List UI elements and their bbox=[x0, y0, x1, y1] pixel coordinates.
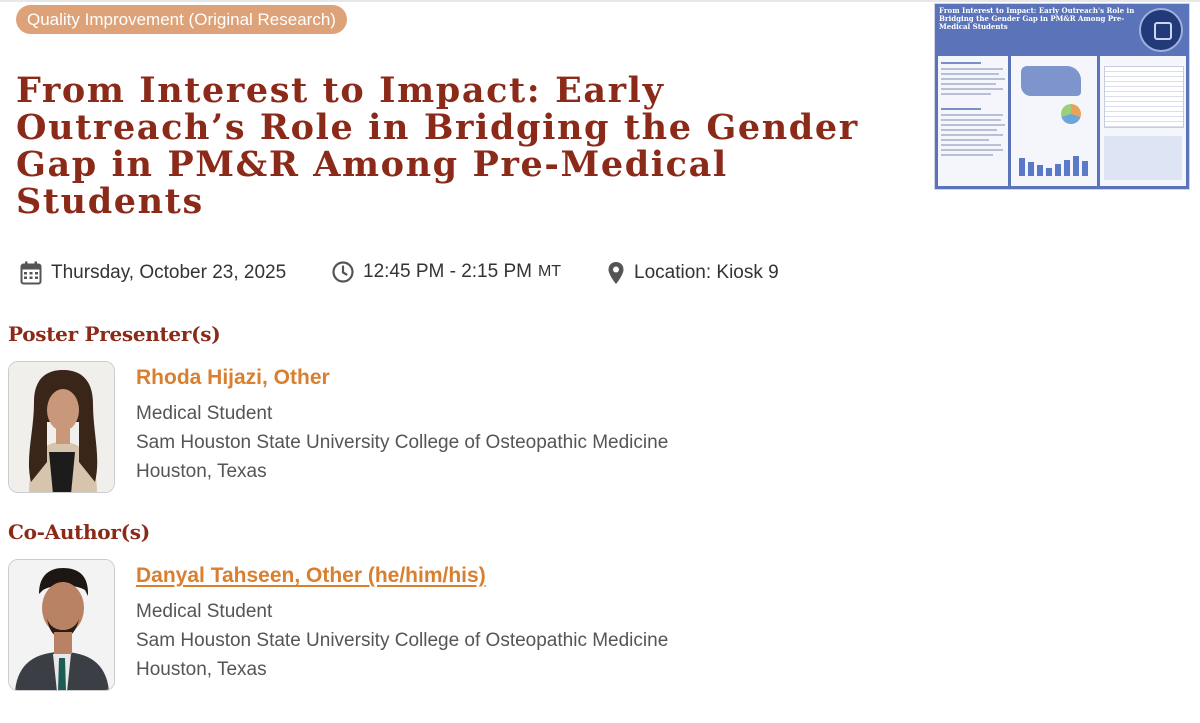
coauthors-heading: Co-Author(s) bbox=[8, 520, 150, 544]
coauthor-institution: Sam Houston State University College of … bbox=[136, 630, 669, 651]
poster-pie bbox=[1061, 104, 1081, 124]
session-time-text: 12:45 PM - 2:15 PM bbox=[363, 261, 532, 282]
session-timezone: MT bbox=[537, 263, 562, 280]
poster-discussion-block bbox=[1104, 136, 1182, 180]
map-pin-icon bbox=[608, 262, 624, 284]
poster-thumbnail-title: From Interest to Impact: Early Outreach'… bbox=[939, 6, 1135, 31]
presenter-role: Medical Student bbox=[136, 403, 273, 424]
coauthor-name-link[interactable]: Danyal Tahseen, Other (he/him/his) bbox=[136, 564, 486, 588]
session-date: Thursday, October 23, 2025 bbox=[20, 261, 286, 285]
university-seal-logo bbox=[1139, 8, 1183, 52]
session-date-text: Thursday, October 23, 2025 bbox=[51, 262, 287, 283]
coauthor-avatar bbox=[8, 559, 115, 691]
session-time: 12:45 PM - 2:15 PM MT bbox=[332, 261, 561, 283]
presenter-avatar bbox=[8, 361, 115, 493]
poster-table bbox=[1104, 66, 1184, 128]
poster-thumbnail[interactable]: From Interest to Impact: Early Outreach'… bbox=[934, 3, 1190, 190]
presenter-name[interactable]: Rhoda Hijazi, Other bbox=[136, 366, 330, 390]
presenters-heading: Poster Presenter(s) bbox=[8, 322, 221, 346]
top-divider bbox=[0, 0, 1200, 2]
poster-column-intro bbox=[938, 56, 1008, 186]
presenter-location: Houston, Texas bbox=[136, 461, 267, 482]
page-title: From Interest to Impact: Early Outreach’… bbox=[16, 70, 859, 222]
clock-icon bbox=[332, 261, 354, 283]
coauthor-role: Medical Student bbox=[136, 601, 273, 622]
category-badge[interactable]: Quality Improvement (Original Research) bbox=[16, 5, 347, 34]
session-location-text: Location: Kiosk 9 bbox=[634, 262, 779, 283]
poster-column-results bbox=[1011, 56, 1097, 186]
poster-column-discussion bbox=[1100, 56, 1186, 186]
coauthor-location: Houston, Texas bbox=[136, 659, 267, 680]
session-location: Location: Kiosk 9 bbox=[607, 261, 779, 285]
poster-map bbox=[1021, 66, 1081, 96]
calendar-icon bbox=[20, 261, 42, 285]
presenter-institution: Sam Houston State University College of … bbox=[136, 432, 669, 453]
